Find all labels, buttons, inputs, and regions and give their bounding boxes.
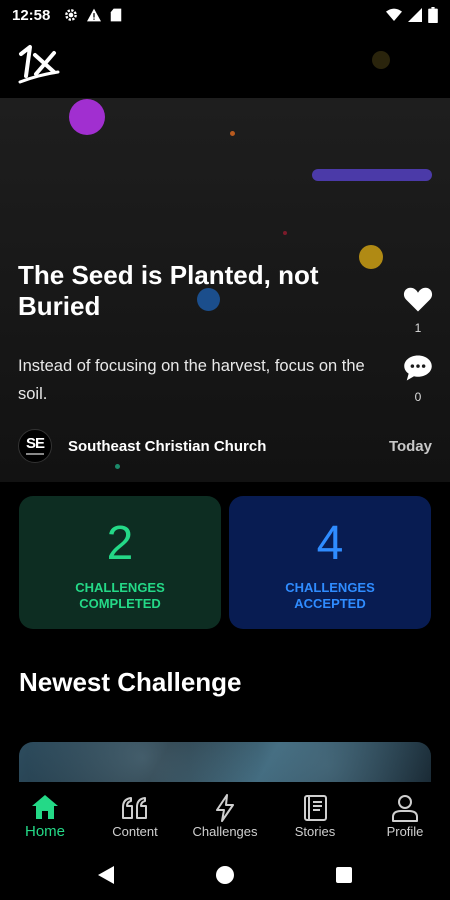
nav-content[interactable]: Content [95,794,175,839]
status-time: 12:58 [12,6,51,24]
alert-icon [87,8,102,22]
status-right-icons [386,7,438,23]
church-avatar-initials: SE [25,435,45,452]
comment-button[interactable]: 0 [400,354,436,404]
decor-bar [312,169,432,181]
book-icon [304,794,327,821]
challenges-accepted-card[interactable]: 4 CHALLENGES ACCEPTED [229,496,431,629]
comment-count: 0 [414,390,422,404]
comment-icon [404,355,432,381]
home-circle-icon[interactable] [215,865,235,885]
nav-home[interactable]: Home [5,793,85,840]
system-nav [0,850,450,900]
battery-icon [428,7,438,23]
church-name: Southeast Christian Church [68,437,267,455]
wifi-icon [386,8,402,21]
like-button[interactable]: 1 [400,285,436,335]
nav-challenges[interactable]: Challenges [185,793,265,839]
nav-profile-label: Profile [386,823,424,839]
challenges-accepted-label: CHALLENGES ACCEPTED [285,580,375,611]
challenges-completed-label: CHALLENGES COMPLETED [75,580,165,611]
avatar-underline [26,453,44,455]
quote-icon [122,796,147,819]
lightning-icon [216,793,234,822]
heart-icon [403,287,433,312]
nav-content-label: Content [112,823,158,839]
post-date: Today [388,437,432,455]
newest-challenge-card[interactable] [19,742,431,782]
status-left-icons [64,8,122,22]
content-title: The Seed is Planted, not Buried [18,260,319,321]
app-header [0,30,450,98]
status-bar: 12:58 [0,0,450,30]
nav-home-label: Home [24,822,65,840]
content-description: Instead of focusing on the harvest, focu… [18,357,365,403]
sd-card-icon [111,8,122,22]
home-icon [32,794,58,819]
challenges-accepted-count: 4 [316,517,344,570]
decor-dot [230,131,235,136]
recents-icon[interactable] [335,866,353,884]
author-row[interactable]: SE Southeast Christian Church Today [18,428,432,464]
nav-stories[interactable]: Stories [275,794,355,839]
bottom-nav: Home Content Challenges Stories Profile [0,782,450,850]
person-icon [392,794,418,822]
app-logo [18,45,60,84]
decor-dot [69,99,105,135]
decor-dot [115,464,120,469]
decor-dot [372,51,390,69]
challenges-completed-card[interactable]: 2 CHALLENGES COMPLETED [19,496,221,629]
featured-content-card[interactable]: The Seed is Planted, not Buried Instead … [0,98,450,482]
back-icon[interactable] [97,865,115,885]
nav-profile[interactable]: Profile [365,794,445,839]
nav-challenges-label: Challenges [192,823,258,839]
nav-stories-label: Stories [294,823,336,839]
gear-icon [65,9,78,21]
challenges-completed-count: 2 [106,517,134,570]
like-count: 1 [414,321,422,335]
section-title: Newest Challenge [19,667,242,697]
signal-icon [408,8,422,22]
decor-dot [283,231,287,235]
church-avatar: SE [18,429,52,463]
